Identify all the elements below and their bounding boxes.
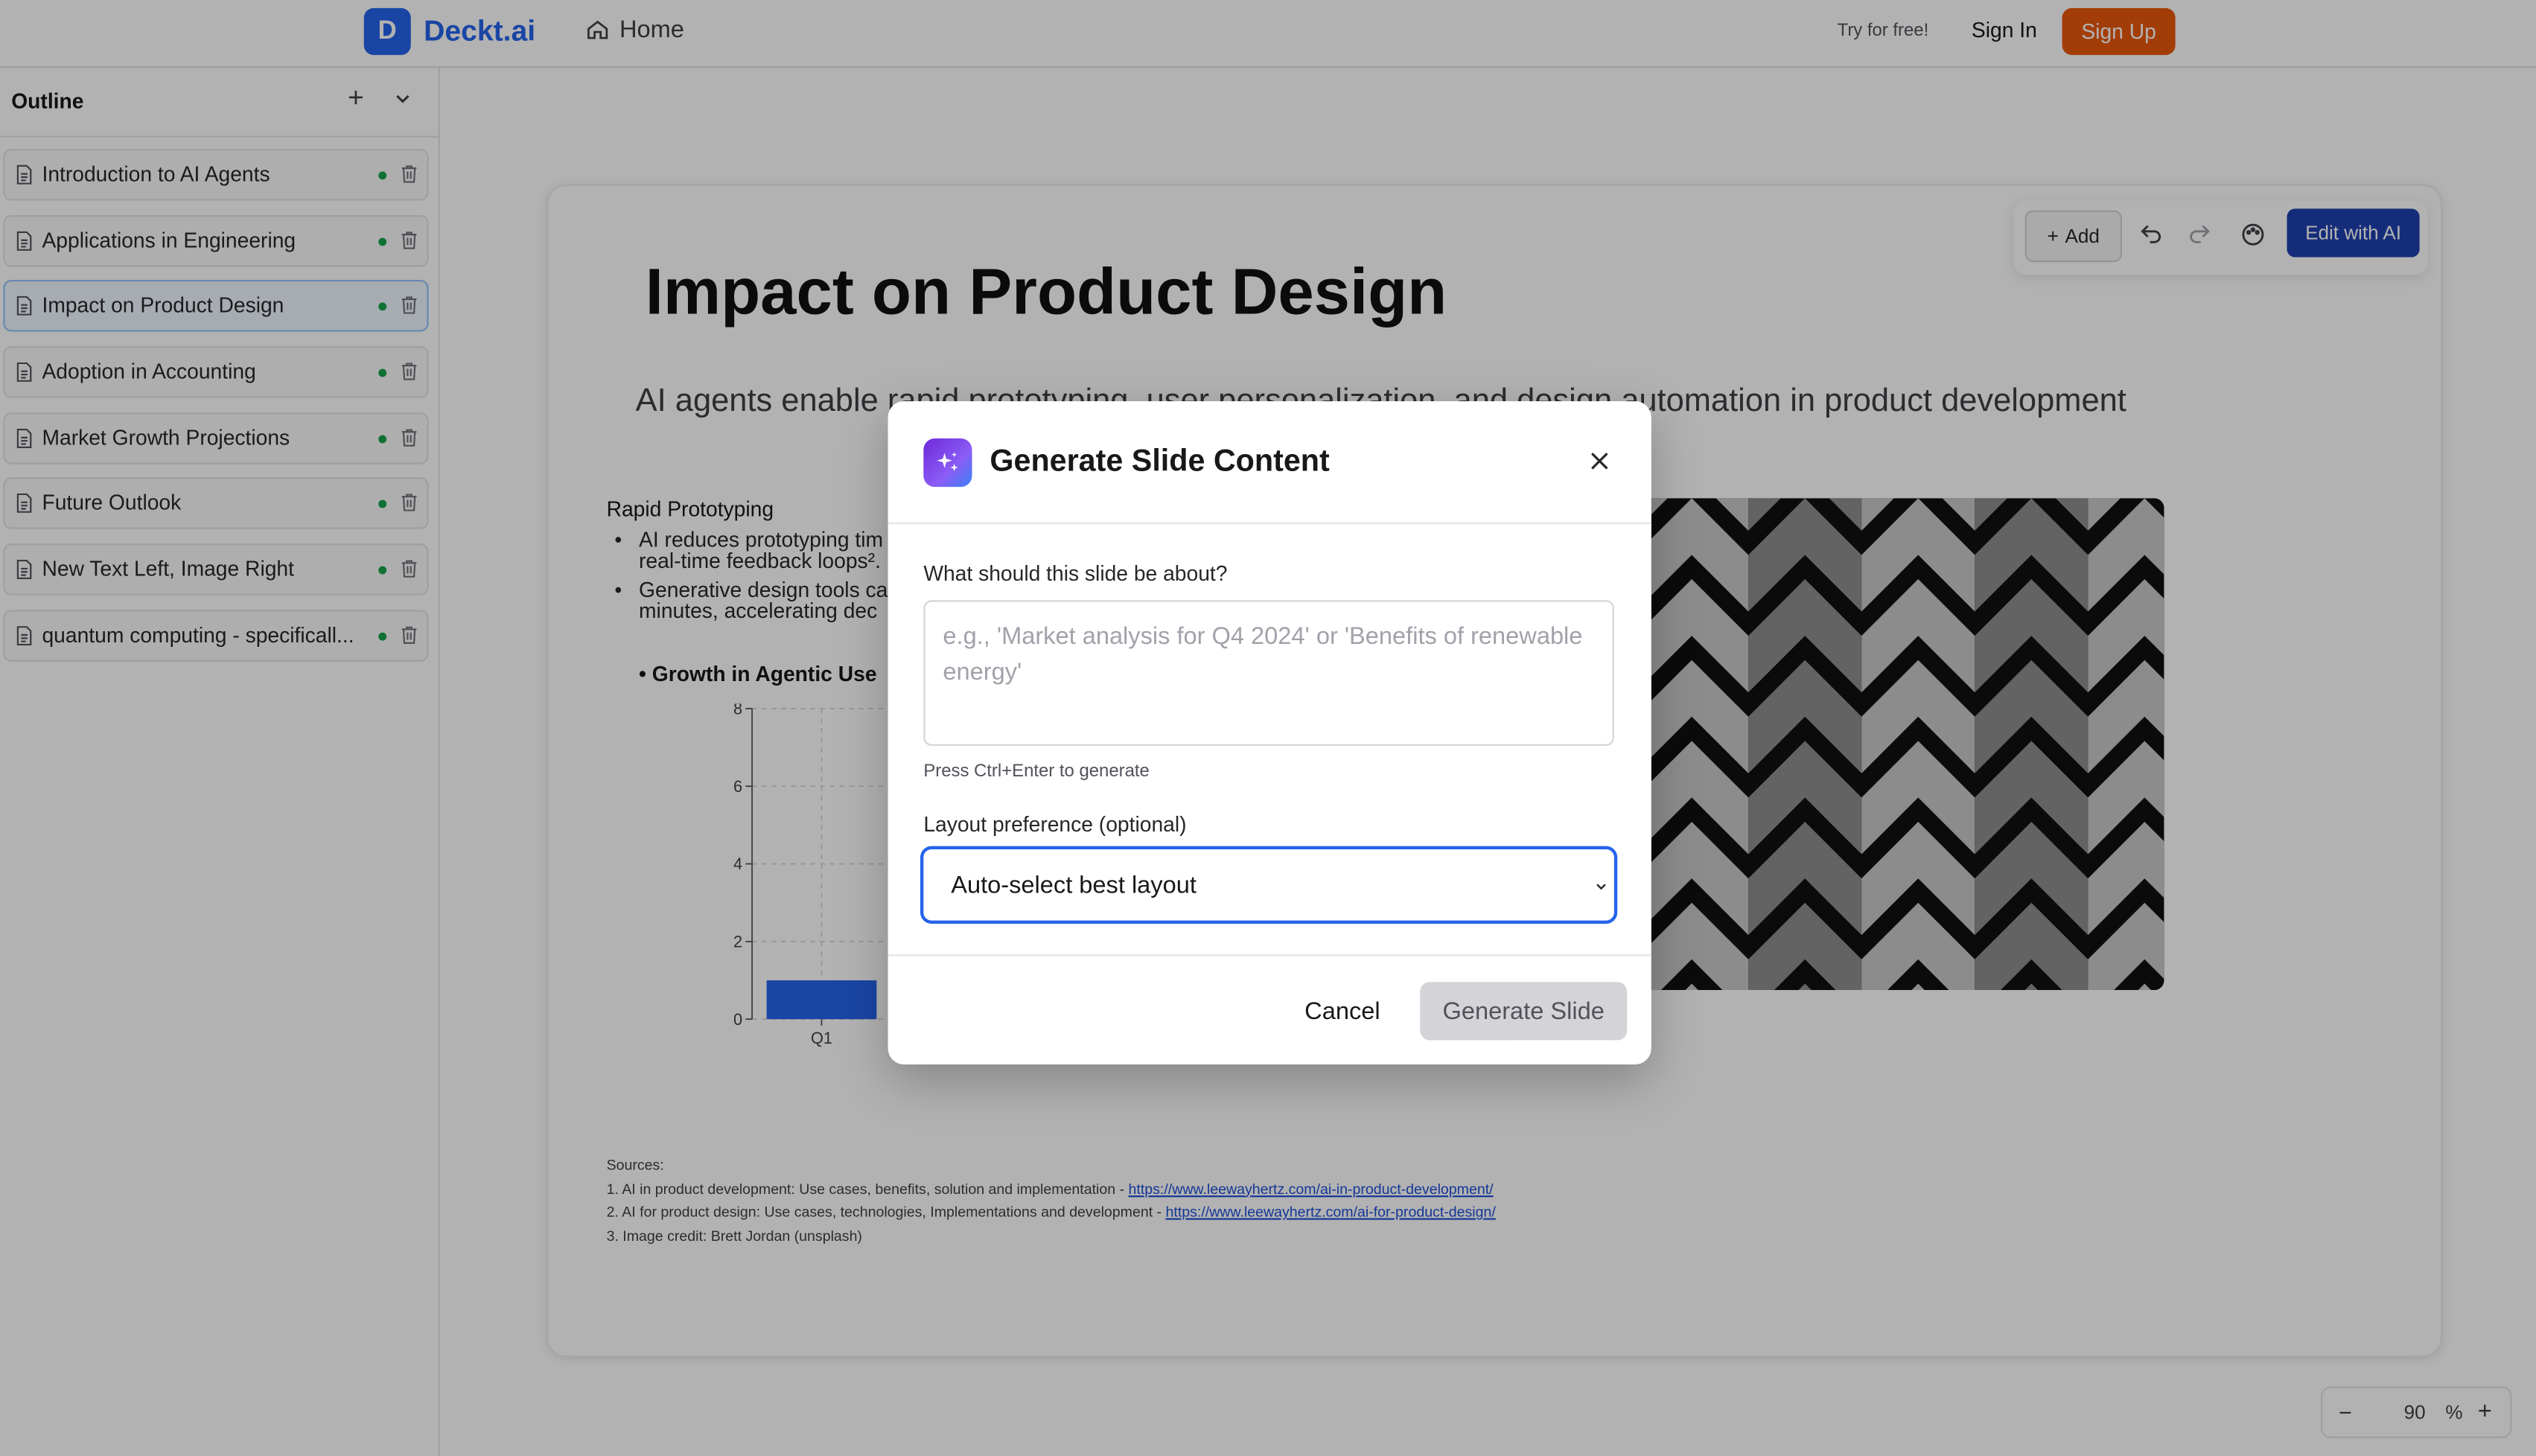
layout-label: Layout preference (optional)	[923, 811, 1187, 837]
dialog-title: Generate Slide Content	[990, 444, 1330, 479]
topic-input[interactable]	[923, 600, 1614, 746]
layout-select[interactable]: Auto-select best layout	[920, 846, 1618, 924]
chevron-down-icon	[1596, 884, 1606, 890]
topic-label: What should this slide be about?	[923, 561, 1228, 586]
generate-shortcut-hint: Press Ctrl+Enter to generate	[923, 761, 1150, 782]
app-root: D Deckt.ai Home Try for free! Sign In Si…	[0, 0, 2536, 1456]
generate-slide-dialog: Generate Slide Content What should this …	[888, 400, 1651, 1066]
dialog-header: Generate Slide Content	[888, 401, 1651, 525]
dialog-footer: Cancel Generate Slide	[888, 954, 1651, 1066]
generate-slide-button[interactable]: Generate Slide	[1420, 982, 1628, 1041]
sparkles-icon	[923, 438, 972, 488]
cancel-button[interactable]: Cancel	[1283, 982, 1403, 1040]
layout-selected-value: Auto-select best layout	[951, 872, 1197, 900]
close-icon[interactable]	[1587, 448, 1613, 474]
